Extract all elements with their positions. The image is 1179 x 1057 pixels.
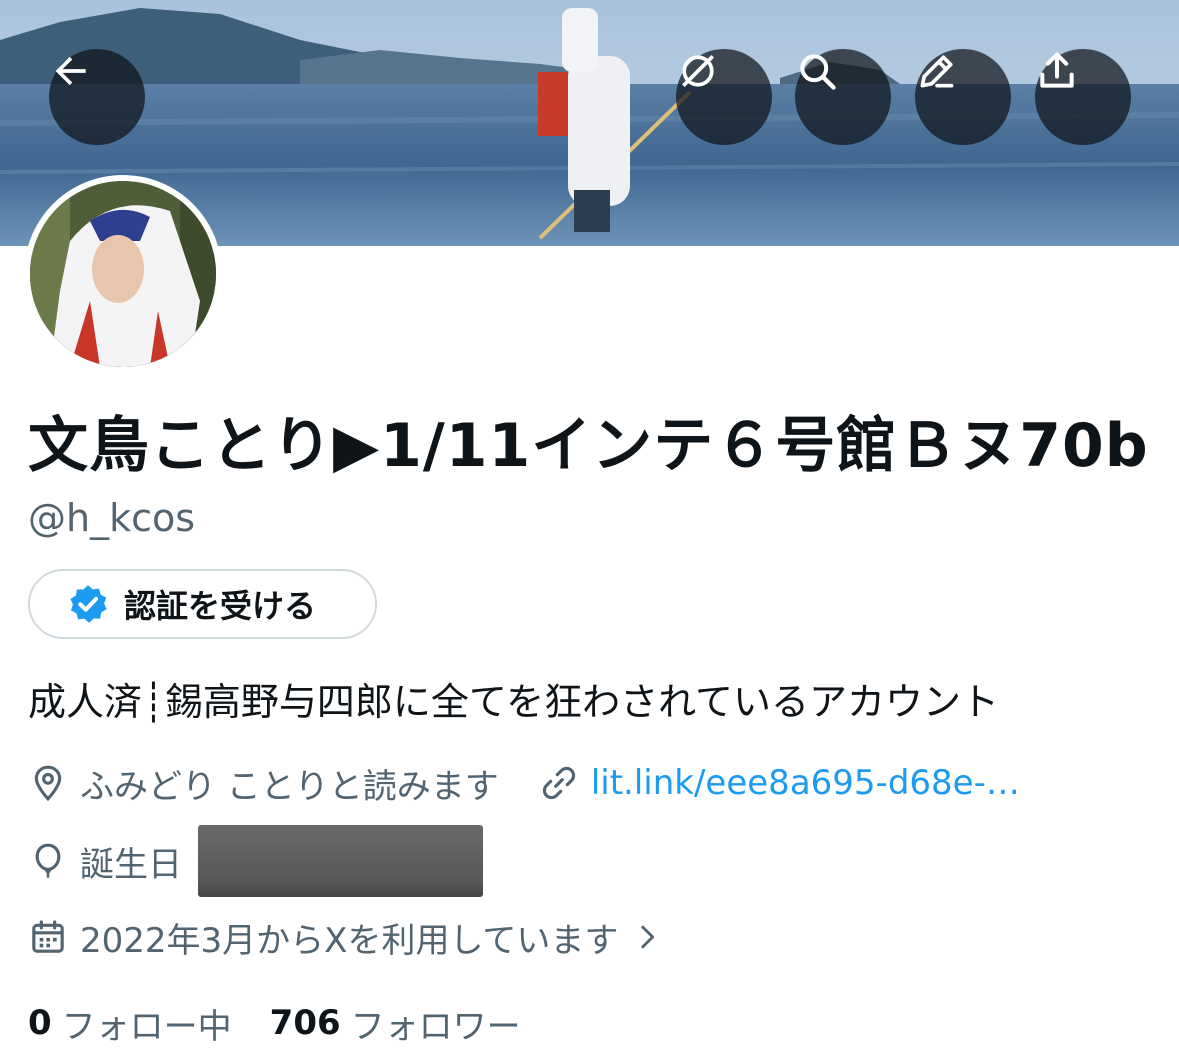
edit-button[interactable]	[915, 49, 1011, 145]
following-stat[interactable]: 0 フォロー中	[28, 999, 232, 1048]
user-handle: @h_kcos	[28, 496, 196, 540]
search-button[interactable]	[795, 49, 891, 145]
mute-link-button[interactable]	[676, 49, 772, 145]
profile-meta-birthday: 誕生日	[28, 825, 483, 897]
joined-text: 2022年3月からXを利用しています	[80, 920, 619, 961]
link-icon	[542, 766, 575, 800]
followers-stat[interactable]: 706 フォロワー	[270, 999, 521, 1048]
pencil-icon	[920, 55, 954, 88]
back-button[interactable]	[49, 49, 145, 145]
display-name: 文鳥ことり▶1/11インテ６号館Ｂヌ70b	[28, 411, 1149, 481]
get-verified-button[interactable]: 認証を受ける	[28, 569, 377, 639]
chevron-right-icon	[641, 925, 655, 949]
avatar-image	[30, 181, 216, 367]
follow-stats: 0 フォロー中 706 フォロワー	[28, 998, 559, 1048]
birthday-label: 誕生日	[80, 844, 182, 885]
location-text: ふみどり ことりと読みます	[80, 766, 499, 807]
profile-link[interactable]: lit.link/eee8a695-d68e-…	[591, 763, 1020, 803]
following-label: フォロー中	[61, 1006, 232, 1047]
link-off-icon	[682, 55, 714, 87]
calendar-icon	[32, 920, 64, 953]
share-icon	[1040, 52, 1074, 88]
profile-meta-joined[interactable]: 2022年3月からXを利用しています	[28, 912, 676, 962]
verified-badge-icon	[70, 585, 107, 623]
search-icon	[800, 54, 836, 90]
birthday-redacted-block	[198, 825, 483, 897]
profile-meta-location-link: ふみどり ことりと読みます lit.link/eee8a695-d68e-…	[28, 758, 1020, 808]
profile-bio: 成人済┊錫高野与四郎に全てを狂わされているアカウント	[28, 680, 999, 724]
get-verified-label: 認証を受ける	[124, 587, 317, 625]
arrow-left-icon	[55, 56, 86, 86]
location-pin-icon	[34, 765, 62, 802]
followers-count: 706	[269, 1003, 341, 1043]
followers-label: フォロワー	[350, 1006, 521, 1047]
profile-page: 文鳥ことり▶1/11インテ６号館Ｂヌ70b @h_kcos 認証を受ける 成人済…	[0, 0, 1179, 1057]
share-button[interactable]	[1035, 49, 1131, 145]
balloon-icon	[35, 843, 61, 878]
avatar[interactable]	[24, 175, 222, 373]
following-count: 0	[28, 1003, 52, 1043]
